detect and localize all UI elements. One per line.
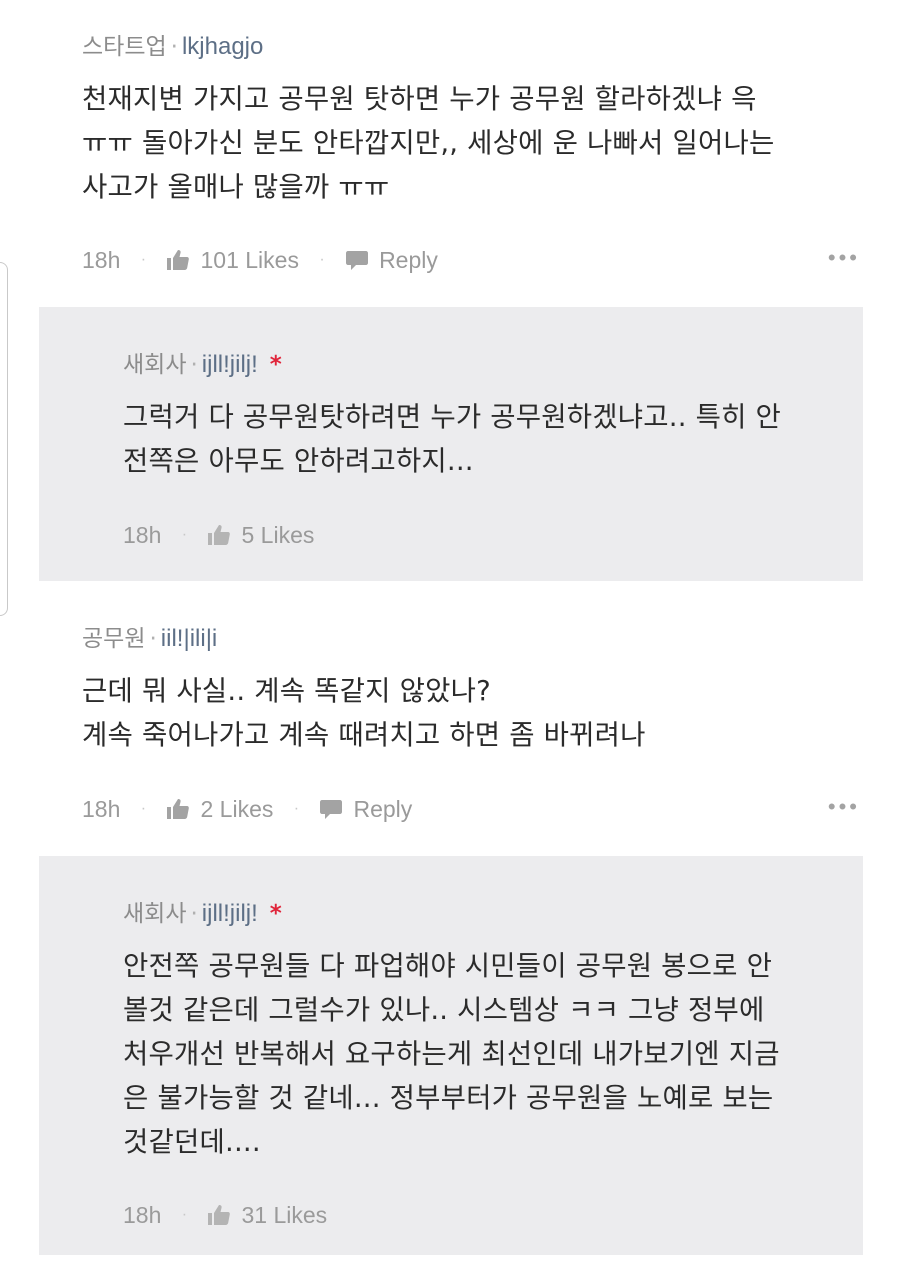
reply-meta: 새회사 · ijll!jilj! * <box>123 351 282 378</box>
like-count: 5 Likes <box>241 521 315 548</box>
reply-label: Reply <box>379 246 438 273</box>
more-options-icon[interactable]: ••• <box>828 790 860 824</box>
comment-text: 천재지변 가지고 공무원 탓하면 누가 공무원 할라하겠냐 윽 ㅠㅠ 돌아가신 … <box>82 83 775 203</box>
comment-feed: 스타트업 · lkjhagjo 천재지변 가지고 공무원 탓하면 누가 공무원 할라… <box>0 0 900 1262</box>
reply-item: 새회사 · ijll!jilj! * 안전쪽 공무원들 다 파업해야 시민들이 공무원… <box>39 856 863 1255</box>
timestamp: 18h <box>82 246 121 273</box>
comment-actions: 18h · 101 Likes · Reply ••• <box>82 241 860 275</box>
speech-bubble-icon <box>319 798 343 820</box>
reply-text: 그럭거 다 공무원탓하려면 누가 공무원하겠냐고.. 특히 안 전쪽은 아무도 … <box>123 401 782 477</box>
thumbs-up-icon <box>166 798 190 820</box>
timestamp: 18h <box>82 795 121 822</box>
company-label: 스타트업 <box>82 34 167 60</box>
like-count: 2 Likes <box>200 795 274 822</box>
reply-actions: 18h · 5 Likes <box>123 516 823 550</box>
author-star-icon: * <box>269 352 282 378</box>
thumbs-up-icon <box>166 249 190 271</box>
username[interactable]: ijll!jilj! <box>202 351 258 378</box>
reply-meta: 새회사 · ijll!jilj! * <box>123 900 282 927</box>
reply-actions: 18h · 31 Likes <box>123 1196 823 1230</box>
reply-button[interactable]: Reply <box>345 243 438 277</box>
more-options-icon[interactable]: ••• <box>828 241 860 275</box>
like-button[interactable]: 101 Likes <box>166 243 299 277</box>
comment-text: 근데 뭐 사실.. 계속 똑같지 않았나? 계속 죽어나가고 계속 때려치고 하… <box>82 675 646 751</box>
reply-item: 새회사 · ijll!jilj! * 그럭거 다 공무원탓하려면 누가 공무원하겠냐고… <box>39 307 863 581</box>
username[interactable]: ijll!jilj! <box>202 900 258 927</box>
comment-meta: 스타트업 · lkjhagjo <box>82 33 264 60</box>
comment-actions: 18h · 2 Likes · Reply ••• <box>82 790 860 824</box>
comment-item: 공무원 · iil!|ili|i 근데 뭐 사실.. 계속 똑같지 않았나? 계속 … <box>82 623 860 823</box>
thumbs-up-icon <box>207 524 231 546</box>
company-label: 공무원 <box>82 626 146 652</box>
like-button[interactable]: 2 Likes <box>166 792 273 826</box>
timestamp: 18h <box>123 521 162 548</box>
like-count: 31 Likes <box>241 1201 328 1228</box>
speech-bubble-icon <box>345 249 369 271</box>
company-label: 새회사 <box>123 901 187 927</box>
comment-item: 스타트업 · lkjhagjo 천재지변 가지고 공무원 탓하면 누가 공무원 할라… <box>82 31 860 276</box>
side-scroll-handle[interactable] <box>0 262 8 616</box>
reply-button[interactable]: Reply <box>319 792 412 826</box>
thumbs-up-icon <box>207 1204 231 1226</box>
like-button[interactable]: 5 Likes <box>207 518 314 552</box>
like-button[interactable]: 31 Likes <box>207 1198 327 1232</box>
comment-meta: 공무원 · iil!|ili|i <box>82 625 218 652</box>
company-label: 새회사 <box>123 352 187 378</box>
timestamp: 18h <box>123 1201 162 1228</box>
username[interactable]: iil!|ili|i <box>161 625 217 652</box>
author-star-icon: * <box>269 901 282 927</box>
reply-text: 안전쪽 공무원들 다 파업해야 시민들이 공무원 봉으로 안 볼것 같은데 그럴… <box>123 950 780 1158</box>
reply-label: Reply <box>353 795 413 822</box>
like-count: 101 Likes <box>200 246 299 273</box>
username[interactable]: lkjhagjo <box>182 33 263 60</box>
